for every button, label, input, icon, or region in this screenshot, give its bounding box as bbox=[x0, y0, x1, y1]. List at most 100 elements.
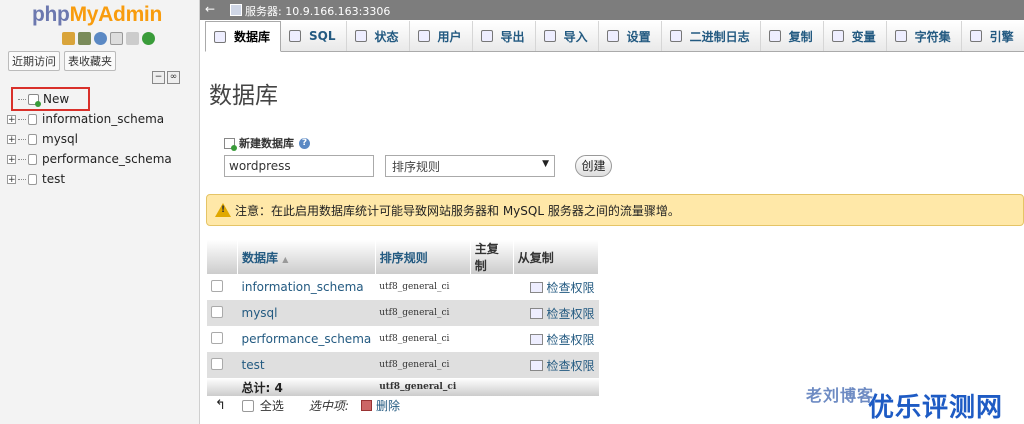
database-link[interactable]: mysql bbox=[237, 300, 376, 326]
recent-tables-button[interactable]: 近期访问 bbox=[8, 51, 60, 71]
tab-import[interactable]: 导入 bbox=[536, 21, 599, 51]
server-label[interactable]: 服务器: 10.9.166.163:3306 bbox=[245, 5, 390, 18]
column-header-database[interactable]: 数据库 ▲ bbox=[237, 240, 376, 274]
replication-icon bbox=[768, 30, 781, 42]
navigation-panel: phpMyAdmin 近期访问 表收藏夹 − ∞ New + informati… bbox=[0, 0, 200, 424]
import-icon bbox=[543, 30, 556, 42]
collation-select[interactable]: 排序规则 ▼ bbox=[385, 155, 555, 177]
create-database-text: 新建数据库 bbox=[239, 137, 294, 150]
link-with-main-icon[interactable]: ∞ bbox=[167, 71, 180, 84]
tab-users[interactable]: 用户 bbox=[410, 21, 473, 51]
collation-cell: utf8_general_ci bbox=[375, 352, 471, 378]
tree-connector bbox=[18, 178, 26, 180]
settings-icon[interactable] bbox=[126, 32, 139, 45]
expand-icon[interactable]: + bbox=[7, 134, 16, 144]
new-database-icon bbox=[224, 137, 237, 151]
database-name-input[interactable] bbox=[224, 155, 374, 177]
help-icon[interactable]: ? bbox=[299, 137, 310, 149]
engine-icon bbox=[969, 30, 982, 42]
collapse-all-icon[interactable]: − bbox=[152, 71, 165, 84]
binlog-icon bbox=[669, 30, 682, 42]
wrench-icon bbox=[606, 30, 619, 42]
database-link[interactable]: information_schema bbox=[237, 274, 376, 300]
sql-query-icon[interactable] bbox=[78, 32, 91, 45]
check-privileges-link[interactable]: 检查权限 bbox=[470, 274, 599, 300]
privileges-icon bbox=[530, 281, 544, 293]
server-breadcrumb[interactable]: 服务器: 10.9.166.163:3306 bbox=[230, 3, 390, 19]
row-checkbox[interactable] bbox=[211, 305, 223, 318]
sql-icon bbox=[289, 30, 302, 42]
favorite-tables-button[interactable]: 表收藏夹 bbox=[64, 51, 116, 71]
server-breadcrumb-bar: ← 服务器: 10.9.166.163:3306 bbox=[200, 0, 1024, 20]
tree-item-database[interactable]: + performance_schema bbox=[7, 149, 172, 169]
tab-label: 用户 bbox=[437, 29, 462, 44]
status-icon bbox=[354, 30, 367, 42]
collation-cell: utf8_general_ci bbox=[375, 274, 471, 300]
checkbox-header bbox=[207, 240, 238, 274]
expand-icon[interactable]: + bbox=[7, 114, 16, 124]
row-checkbox[interactable] bbox=[211, 331, 223, 344]
tree-item-database[interactable]: + mysql bbox=[7, 129, 172, 149]
check-all-checkbox[interactable] bbox=[241, 399, 254, 412]
tab-label: 导出 bbox=[500, 29, 525, 44]
privileges-icon bbox=[530, 333, 544, 345]
delete-button[interactable]: 删除 bbox=[376, 397, 400, 414]
expand-icon[interactable]: + bbox=[7, 154, 16, 164]
tab-sql[interactable]: SQL bbox=[281, 21, 347, 51]
table-row: mysql utf8_general_ci 检查权限 bbox=[207, 300, 599, 326]
tab-export[interactable]: 导出 bbox=[473, 21, 536, 51]
with-selected-label: 选中项: bbox=[308, 399, 349, 413]
database-icon bbox=[214, 30, 226, 43]
delete-icon[interactable] bbox=[360, 400, 372, 411]
check-privileges-link[interactable]: 检查权限 bbox=[470, 326, 599, 352]
tab-engines[interactable]: 引擎 bbox=[962, 21, 1024, 51]
tab-binary-log[interactable]: 二进制日志 bbox=[662, 21, 761, 51]
check-privileges-link[interactable]: 检查权限 bbox=[470, 300, 599, 326]
reload-icon[interactable] bbox=[142, 32, 155, 45]
row-checkbox[interactable] bbox=[211, 357, 223, 370]
check-privileges-text: 检查权限 bbox=[546, 280, 595, 295]
column-header-collation[interactable]: 排序规则 bbox=[375, 240, 471, 274]
tab-charsets[interactable]: 字符集 bbox=[887, 21, 962, 51]
page-title: 数据库 bbox=[209, 83, 278, 109]
check-all-label[interactable]: 全选 bbox=[260, 397, 284, 414]
check-privileges-text: 检查权限 bbox=[546, 332, 595, 347]
arrow-up-left-icon: ↰ bbox=[215, 398, 226, 413]
column-header-slave: 从复制 bbox=[513, 240, 600, 274]
database-name[interactable]: mysql bbox=[42, 132, 78, 146]
database-name[interactable]: information_schema bbox=[42, 112, 164, 126]
tab-label: 字符集 bbox=[914, 29, 951, 44]
watermark-logo: 优乐评测网 bbox=[868, 393, 1004, 423]
help-icon[interactable] bbox=[94, 32, 107, 45]
docs-icon[interactable] bbox=[110, 32, 123, 45]
tab-status[interactable]: 状态 bbox=[347, 21, 410, 51]
users-icon bbox=[417, 30, 430, 42]
tree-item-database[interactable]: + information_schema bbox=[7, 109, 172, 129]
tree-connector bbox=[18, 118, 26, 120]
notice-banner: 注意：在此启用数据库统计可能导致网站服务器和 MySQL 服务器之间的流量骤增。 bbox=[206, 194, 1024, 226]
collation-selected-value: 排序规则 bbox=[392, 160, 441, 174]
row-checkbox[interactable] bbox=[211, 279, 223, 292]
export-icon bbox=[480, 30, 493, 42]
tab-databases[interactable]: 数据库 bbox=[205, 21, 282, 52]
create-button[interactable]: 创建 bbox=[575, 155, 612, 177]
total-count: 总计: 4 bbox=[237, 378, 376, 396]
back-arrow-icon[interactable]: ← bbox=[205, 2, 215, 16]
tree-item-database[interactable]: + test bbox=[7, 169, 172, 189]
database-link[interactable]: test bbox=[237, 352, 376, 378]
database-name[interactable]: test bbox=[42, 172, 65, 186]
tab-settings[interactable]: 设置 bbox=[599, 21, 662, 51]
charset-icon bbox=[894, 30, 907, 42]
phpmyadmin-logo[interactable]: phpMyAdmin bbox=[32, 3, 162, 27]
home-icon[interactable] bbox=[62, 32, 75, 45]
total-row: 总计: 4 utf8_general_ci bbox=[207, 378, 599, 396]
variables-icon bbox=[831, 30, 844, 42]
tab-variables[interactable]: 变量 bbox=[824, 21, 887, 51]
tab-label: 引擎 bbox=[989, 29, 1014, 44]
database-name[interactable]: performance_schema bbox=[42, 152, 172, 166]
tab-replication[interactable]: 复制 bbox=[761, 21, 824, 51]
database-link[interactable]: performance_schema bbox=[237, 326, 376, 352]
tab-label: SQL bbox=[309, 29, 336, 43]
check-privileges-link[interactable]: 检查权限 bbox=[470, 352, 599, 378]
expand-icon[interactable]: + bbox=[7, 174, 16, 184]
